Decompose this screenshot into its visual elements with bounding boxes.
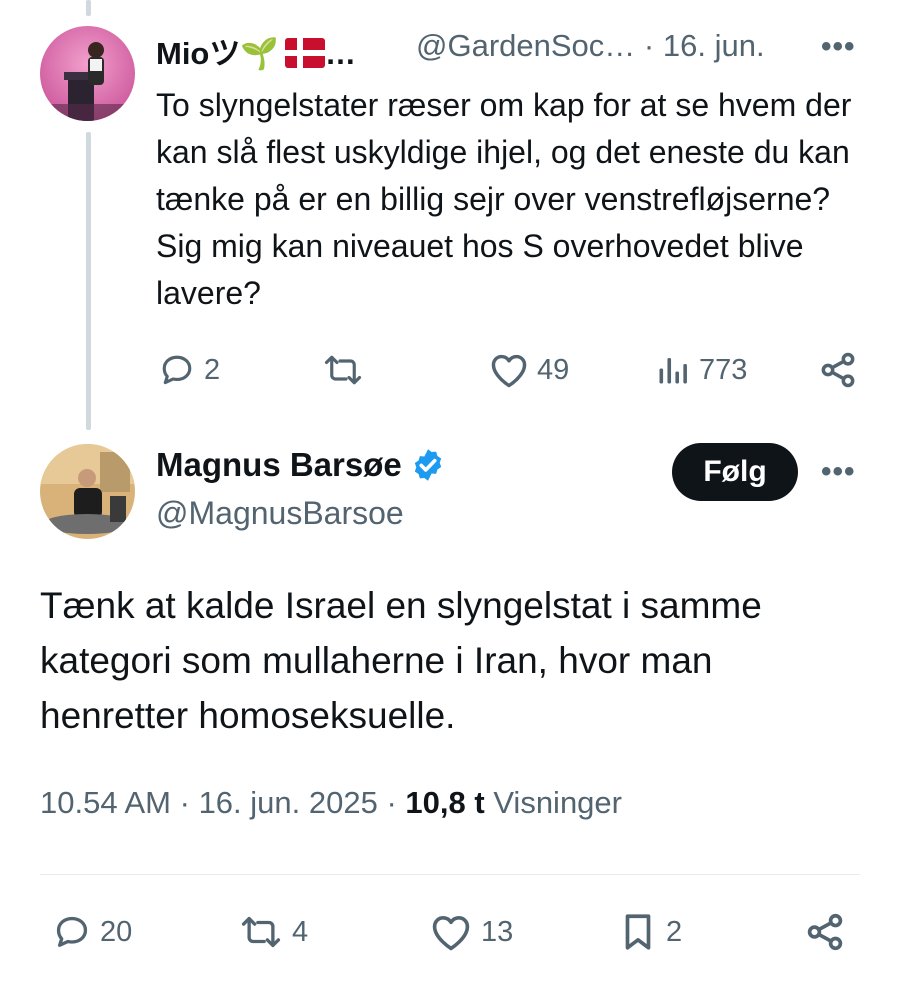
- reply-like-button[interactable]: 49: [489, 352, 569, 388]
- bookmark-icon: [618, 911, 658, 953]
- main-retweet-button[interactable]: 4: [238, 913, 308, 951]
- reply-avatar[interactable]: [40, 26, 135, 121]
- main-meta-line: 10.54 AM · 16. jun. 2025 · 10,8 t Visnin…: [40, 785, 622, 821]
- main-like-count: 13: [481, 915, 514, 948]
- main-display-name-text: Magnus Barsøe: [156, 446, 402, 483]
- reply-display-name[interactable]: Mioツ🌱 …: [156, 28, 356, 76]
- reply-display-name-text: Mioツ🌱: [156, 36, 279, 71]
- verified-badge-icon: [410, 447, 446, 483]
- like-icon: [489, 352, 529, 388]
- main-handle[interactable]: @MagnusBarsoe: [156, 495, 404, 532]
- main-like-button[interactable]: 13: [429, 913, 513, 951]
- share-icon: [818, 350, 858, 390]
- retweet-icon: [238, 913, 284, 951]
- reply-separator: ·: [643, 28, 655, 63]
- reply-date[interactable]: 16. jun.: [663, 28, 765, 63]
- views-icon: [655, 352, 691, 388]
- thread-line: [86, 132, 91, 430]
- reply-views-count: 773: [699, 353, 748, 386]
- main-bookmark-count: 2: [666, 915, 683, 948]
- denmark-flag-icon: [284, 38, 325, 76]
- thread-line-top: [86, 0, 91, 16]
- main-separator-2: ·: [386, 785, 397, 820]
- reply-text: To slyngelstater ræser om kap for at se …: [156, 87, 852, 311]
- main-views-count: 10,8 t: [405, 785, 485, 820]
- reply-share-button[interactable]: [818, 350, 858, 390]
- reply-reply-button[interactable]: 2: [158, 352, 220, 388]
- like-icon: [429, 913, 473, 951]
- main-reply-count: 20: [100, 915, 133, 948]
- more-icon: •••: [821, 30, 856, 63]
- main-display-name[interactable]: Magnus Barsøe: [156, 446, 446, 484]
- main-time[interactable]: 10.54 AM: [40, 785, 171, 820]
- reply-icon: [158, 352, 196, 388]
- divider: [40, 874, 860, 875]
- reply-handle[interactable]: @GardenSoc…: [416, 28, 635, 63]
- reply-reply-count: 2: [204, 353, 221, 386]
- more-icon: •••: [821, 455, 856, 488]
- main-share-button[interactable]: [804, 911, 846, 953]
- main-separator-1: ·: [179, 785, 190, 820]
- reply-more-button[interactable]: •••: [821, 30, 856, 64]
- reply-meta: @GardenSoc… · 16. jun.: [416, 28, 765, 64]
- reply-icon: [52, 913, 92, 951]
- main-avatar[interactable]: [40, 444, 135, 539]
- main-tweet-text: Tænk at kalde Israel en slyngelstat i sa…: [40, 585, 762, 736]
- main-date[interactable]: 16. jun. 2025: [199, 785, 378, 820]
- main-retweet-count: 4: [292, 915, 309, 948]
- main-more-button[interactable]: •••: [821, 455, 856, 489]
- share-icon: [804, 911, 846, 953]
- main-reply-button[interactable]: 20: [52, 913, 132, 951]
- main-bookmark-button[interactable]: 2: [618, 911, 682, 953]
- reply-name-ellipsis: …: [324, 36, 356, 71]
- main-views-label: Visninger: [493, 785, 622, 820]
- follow-button[interactable]: Følg: [672, 443, 798, 501]
- reply-retweet-button[interactable]: [322, 352, 364, 388]
- retweet-icon: [322, 352, 364, 388]
- reply-views-button[interactable]: 773: [655, 352, 747, 388]
- reply-like-count: 49: [537, 353, 570, 386]
